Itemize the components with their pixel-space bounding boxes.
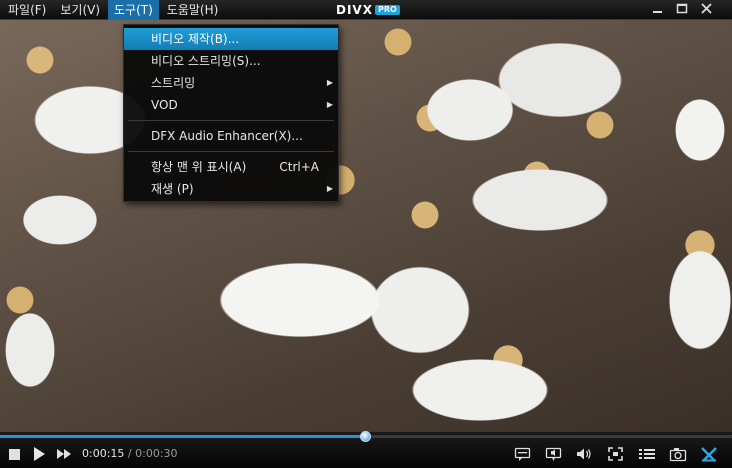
play-icon[interactable]: [32, 446, 46, 462]
time-separator: /: [124, 447, 136, 460]
submenu-arrow-icon: ▶: [326, 100, 333, 109]
maximize-icon[interactable]: [672, 0, 692, 18]
fullscreen-icon[interactable]: [607, 446, 625, 462]
snapshot-icon[interactable]: [669, 446, 687, 462]
stop-icon[interactable]: [8, 446, 22, 462]
menu-item-label: VOD: [151, 98, 178, 112]
video-frame[interactable]: [0, 0, 732, 432]
menu-separator: [128, 120, 334, 121]
menu-item-label: 비디오 스트리밍(S)...: [151, 54, 261, 68]
menu-tools[interactable]: 도구(T): [108, 0, 159, 20]
divx-icon[interactable]: [700, 446, 718, 462]
minimize-icon[interactable]: [648, 0, 668, 18]
seek-handle[interactable]: [360, 431, 371, 442]
elapsed-time: 0:00:15: [82, 447, 125, 460]
menu-item-label: 항상 맨 위 표시(A): [151, 160, 247, 174]
menu-item-video-streaming[interactable]: 비디오 스트리밍(S)...: [124, 50, 338, 72]
control-bar: 0:00:15 / 0:00:30: [0, 431, 732, 468]
menu-help[interactable]: 도움말(H): [161, 0, 225, 20]
menu-item-label: 스트리밍: [151, 76, 196, 90]
close-icon[interactable]: [697, 0, 717, 18]
menu-item-label: 비디오 제작(B)...: [151, 32, 240, 46]
menu-item-playback[interactable]: 재생 (P) ▶: [124, 178, 338, 200]
submenu-arrow-icon: ▶: [326, 184, 333, 193]
seek-bar-progress: [0, 435, 366, 438]
seek-bar[interactable]: [0, 431, 732, 442]
time-display: 0:00:15 / 0:00:30: [82, 447, 178, 460]
subtitle-icon[interactable]: [514, 446, 532, 462]
playlist-icon[interactable]: [638, 446, 656, 462]
menu-item-streaming[interactable]: 스트리밍 ▶: [124, 72, 338, 94]
divx-logo: DIVX PRO: [336, 3, 400, 17]
audio-track-icon[interactable]: [545, 446, 563, 462]
menu-item-always-on-top[interactable]: 항상 맨 위 표시(A) Ctrl+A: [124, 156, 338, 178]
menu-item-vod[interactable]: VOD ▶: [124, 94, 338, 116]
menu-separator: [128, 151, 334, 152]
menu-file[interactable]: 파일(F): [2, 0, 52, 20]
tools-dropdown-menu: 비디오 제작(B)... 비디오 스트리밍(S)... 스트리밍 ▶ VOD ▶…: [123, 24, 339, 202]
logo-brand: DIVX: [336, 3, 373, 17]
volume-icon[interactable]: [576, 446, 594, 462]
menu-item-create-video[interactable]: 비디오 제작(B)...: [124, 28, 338, 50]
logo-edition: PRO: [374, 5, 400, 15]
menu-item-dfx-audio[interactable]: DFX Audio Enhancer(X)...: [124, 125, 338, 147]
fast-forward-icon[interactable]: [56, 446, 74, 462]
menu-item-label: 재생 (P): [151, 182, 194, 196]
menu-item-label: DFX Audio Enhancer(X)...: [151, 129, 303, 143]
menu-bar: 파일(F) 보기(V) 도구(T) 도움말(H) DIVX PRO: [0, 0, 732, 20]
menu-item-shortcut: Ctrl+A: [279, 160, 319, 174]
total-duration: 0:00:30: [135, 447, 178, 460]
submenu-arrow-icon: ▶: [326, 78, 333, 87]
menu-view[interactable]: 보기(V): [54, 0, 106, 20]
